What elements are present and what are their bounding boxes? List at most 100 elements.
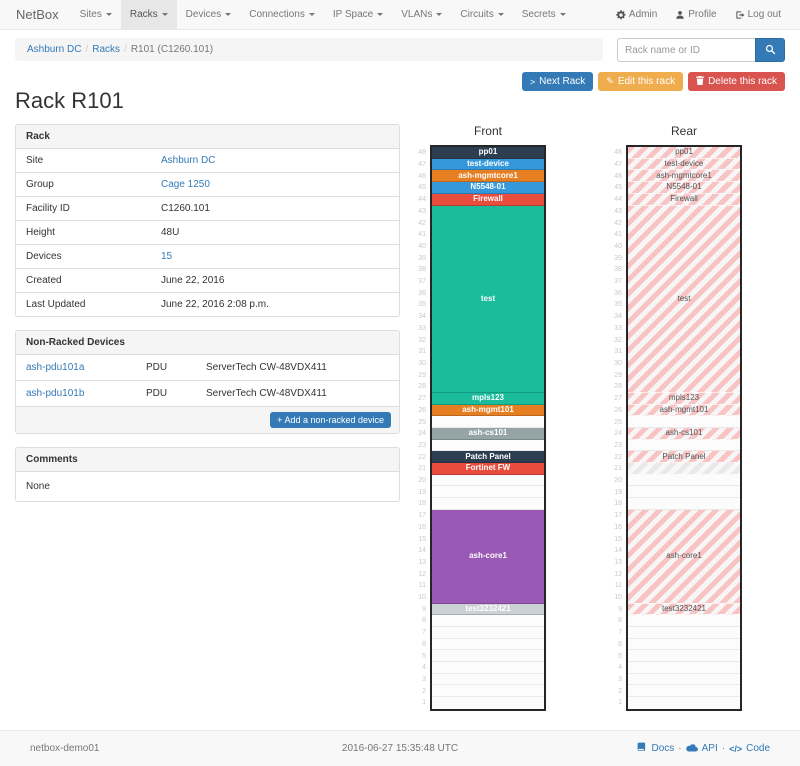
- rack-unit-empty: [628, 697, 740, 709]
- height-value: 48U: [161, 227, 179, 238]
- footer-hostname: netbox-demo01: [30, 743, 290, 754]
- unit-number: 46: [414, 170, 430, 182]
- unit-number: 26: [414, 404, 430, 416]
- nav-profile[interactable]: Profile: [666, 0, 725, 29]
- device-link[interactable]: ash-pdu101b: [26, 388, 84, 399]
- rack-unit-test[interactable]: test: [432, 206, 544, 393]
- rear-elevation: Rear 48474645444342414039383736353433323…: [610, 124, 742, 711]
- nav-admin[interactable]: Admin: [607, 0, 666, 29]
- nav-devices[interactable]: Devices: [177, 0, 241, 29]
- search-input[interactable]: [617, 38, 755, 62]
- non-racked-devices-panel: Non-Racked Devices ash-pdu101a PDU Serve…: [15, 330, 400, 434]
- rack-unit-pp01[interactable]: pp01: [628, 147, 740, 159]
- unit-number: 18: [610, 498, 626, 510]
- nav-logout[interactable]: Log out: [726, 0, 790, 29]
- unit-number: 42: [414, 217, 430, 229]
- breadcrumb-site[interactable]: Ashburn DC: [27, 44, 81, 55]
- brand-netbox[interactable]: NetBox: [10, 0, 71, 29]
- nav-vlans[interactable]: VLANs: [392, 0, 451, 29]
- logout-icon: [735, 10, 745, 20]
- unit-number: 11: [414, 580, 430, 592]
- delete-rack-button[interactable]: Delete this rack: [688, 72, 785, 91]
- unit-number: 31: [414, 346, 430, 358]
- search-button[interactable]: [755, 38, 785, 62]
- unit-number: 9: [414, 603, 430, 615]
- rack-unit-ash-cs101[interactable]: ash-cs101: [432, 428, 544, 440]
- rack-unit-Firewall[interactable]: Firewall: [628, 194, 740, 206]
- nav-sites[interactable]: Sites: [71, 0, 121, 29]
- rack-unit-Patch Panel[interactable]: Patch Panel: [628, 451, 740, 463]
- unit-number: 44: [414, 194, 430, 206]
- unit-number: 2: [414, 685, 430, 697]
- site-link[interactable]: Ashburn DC: [161, 155, 215, 166]
- unit-number: 23: [610, 440, 626, 452]
- unit-number: 18: [414, 498, 430, 510]
- rack-unit-ash-cs101[interactable]: ash-cs101: [628, 428, 740, 440]
- trash-icon: [696, 76, 704, 87]
- nav-connections[interactable]: Connections: [240, 0, 324, 29]
- rack-unit-Fortinet FW[interactable]: Fortinet FW: [432, 463, 544, 475]
- code-link[interactable]: Code: [746, 743, 770, 754]
- table-row: Height48U: [16, 221, 399, 245]
- rack-unit-empty: [628, 463, 740, 475]
- unit-number: 34: [414, 311, 430, 323]
- edit-rack-button[interactable]: ✎Edit this rack: [598, 72, 683, 91]
- gear-icon: [616, 10, 626, 20]
- rack-unit-test3232421[interactable]: test3232421: [432, 604, 544, 616]
- unit-number: 37: [610, 276, 626, 288]
- unit-number: 8: [610, 615, 626, 627]
- unit-number: 12: [414, 568, 430, 580]
- created-value: June 22, 2016: [161, 275, 224, 286]
- table-row: ash-pdu101a PDU ServerTech CW-48VDX411: [16, 355, 399, 380]
- rack-unit-ash-mgmt101[interactable]: ash-mgmt101: [628, 405, 740, 417]
- rack-unit-ash-mgmtcore1[interactable]: ash-mgmtcore1: [628, 170, 740, 182]
- nav-circuits[interactable]: Circuits: [451, 0, 512, 29]
- rack-unit-N5548-01[interactable]: N5548-01: [628, 182, 740, 194]
- rack-unit-Patch Panel[interactable]: Patch Panel: [432, 451, 544, 463]
- unit-number: 7: [414, 627, 430, 639]
- next-rack-button[interactable]: >Next Rack: [522, 72, 593, 91]
- unit-number: 36: [414, 287, 430, 299]
- add-non-racked-device-button[interactable]: + Add a non-racked device: [270, 412, 391, 428]
- unit-number: 24: [414, 428, 430, 440]
- rack-unit-ash-mgmt101[interactable]: ash-mgmt101: [432, 405, 544, 417]
- unit-number: 33: [610, 323, 626, 335]
- plus-icon: +: [277, 415, 282, 425]
- rack-unit-ash-core1[interactable]: ash-core1: [628, 510, 740, 604]
- rack-unit-empty: [432, 662, 544, 674]
- rack-unit-mpls123[interactable]: mpls123: [628, 393, 740, 405]
- breadcrumb-racks[interactable]: Racks: [92, 44, 120, 55]
- rack-unit-test-device[interactable]: test-device: [628, 159, 740, 171]
- rack-unit-ash-core1[interactable]: ash-core1: [432, 510, 544, 604]
- breadcrumb: Ashburn DC/Racks/R101 (C1260.101): [15, 38, 603, 61]
- devices-count-link[interactable]: 15: [161, 251, 172, 262]
- docs-link[interactable]: Docs: [651, 743, 674, 754]
- group-link[interactable]: Cage 1250: [161, 179, 210, 190]
- rack-unit-N5548-01[interactable]: N5548-01: [432, 182, 544, 194]
- front-unit-numbers: 4847464544434241403938373635343332313029…: [414, 147, 430, 709]
- nav-secrets[interactable]: Secrets: [513, 0, 575, 29]
- rack-actions: >Next Rack ✎Edit this rack Delete this r…: [522, 72, 785, 91]
- rack-unit-test-device[interactable]: test-device: [432, 159, 544, 171]
- unit-number: 47: [610, 159, 626, 171]
- footer: netbox-demo01 2016-06-27 15:35:48 UTC Do…: [0, 730, 800, 766]
- unit-number: 21: [610, 463, 626, 475]
- nav-racks[interactable]: Racks: [121, 0, 177, 29]
- rack-unit-ash-mgmtcore1[interactable]: ash-mgmtcore1: [432, 170, 544, 182]
- rack-unit-test3232421[interactable]: test3232421: [628, 604, 740, 616]
- front-rack: pp01test-deviceash-mgmtcore1N5548-01Fire…: [430, 145, 546, 711]
- nav-ip-space[interactable]: IP Space: [324, 0, 392, 29]
- unit-number: 2: [610, 685, 626, 697]
- rack-unit-empty: [628, 627, 740, 639]
- rack-unit-Firewall[interactable]: Firewall: [432, 194, 544, 206]
- rack-unit-mpls123[interactable]: mpls123: [432, 393, 544, 405]
- rack-unit-pp01[interactable]: pp01: [432, 147, 544, 159]
- rack-search: [617, 38, 785, 62]
- device-link[interactable]: ash-pdu101a: [26, 362, 84, 373]
- rack-unit-empty: [432, 615, 544, 627]
- book-icon: [637, 742, 647, 755]
- api-link[interactable]: API: [702, 743, 718, 754]
- unit-number: 27: [610, 393, 626, 405]
- unit-number: 32: [610, 334, 626, 346]
- rack-unit-test[interactable]: test: [628, 206, 740, 393]
